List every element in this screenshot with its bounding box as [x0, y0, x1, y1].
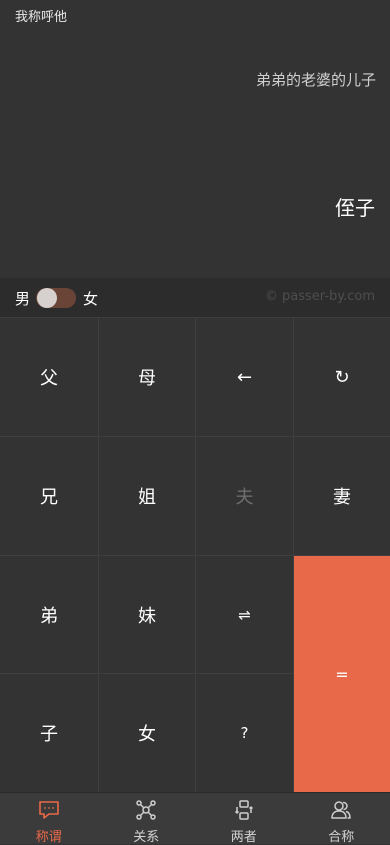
key-daughter[interactable]: 女: [99, 674, 196, 792]
tab-label: 称谓: [36, 826, 62, 845]
key-mother[interactable]: 母: [99, 318, 196, 437]
exchange-icon: [233, 793, 255, 825]
key-wife[interactable]: 妻: [294, 437, 390, 556]
tab-label: 两者: [231, 826, 257, 845]
toggle-knob: [37, 288, 57, 308]
chat-bubble-icon: [38, 793, 60, 825]
copyright-watermark: © passer-by.com: [265, 289, 375, 304]
tab-collective-titles[interactable]: 合称: [293, 793, 390, 845]
tab-both[interactable]: 两者: [195, 793, 293, 845]
display-panel: 我称呼他 弟弟的老婆的儿子 侄子: [0, 0, 390, 278]
tab-label: 关系: [133, 826, 159, 845]
tab-relations[interactable]: 关系: [98, 793, 196, 845]
female-label[interactable]: 女: [83, 288, 98, 309]
relation-expression: 弟弟的老婆的儿子: [256, 69, 376, 90]
key-younger-sister[interactable]: 妹: [99, 556, 196, 674]
tab-label: 合称: [328, 826, 354, 845]
key-younger-brother[interactable]: 弟: [0, 556, 99, 674]
bottom-tab-bar: 称谓 关系 两者: [0, 792, 390, 844]
network-icon: [135, 793, 157, 825]
keypad: 父 母 ← ↻ 兄 姐 夫 妻 弟 妹 ⇌ 子 女 ? =: [0, 318, 390, 792]
key-backspace[interactable]: ←: [196, 318, 294, 437]
gender-toggle[interactable]: [36, 288, 76, 308]
key-elder-brother[interactable]: 兄: [0, 437, 99, 556]
key-swap[interactable]: ⇌: [196, 556, 294, 674]
key-elder-sister[interactable]: 姐: [99, 437, 196, 556]
key-husband[interactable]: 夫: [196, 437, 294, 556]
male-label[interactable]: 男: [15, 288, 30, 309]
key-son[interactable]: 子: [0, 674, 99, 792]
key-reset[interactable]: ↻: [294, 318, 390, 437]
key-question[interactable]: ?: [196, 674, 294, 792]
equals-button[interactable]: =: [294, 556, 390, 792]
group-icon: [330, 793, 352, 825]
tab-titles[interactable]: 称谓: [0, 793, 98, 845]
mode-label: 我称呼他: [15, 6, 67, 25]
gender-bar: 男 女 © passer-by.com: [0, 278, 390, 318]
result-text: 侄子: [335, 192, 375, 221]
key-father[interactable]: 父: [0, 318, 99, 437]
